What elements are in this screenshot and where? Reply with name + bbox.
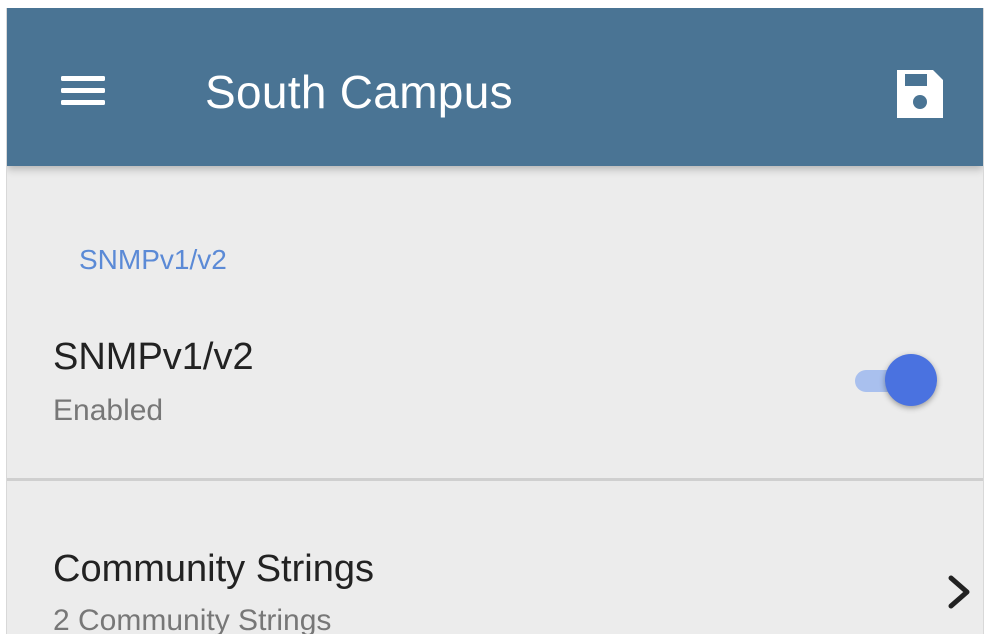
save-floppy-icon: [889, 70, 949, 128]
settings-list: SNMPv1/v2 SNMPv1/v2 Enabled Community St…: [7, 166, 983, 634]
snmp-row-title: SNMPv1/v2: [53, 336, 254, 378]
snmp-toggle-row[interactable]: SNMPv1/v2 Enabled: [7, 322, 983, 478]
toggle-thumb: [885, 354, 937, 406]
section-header: SNMPv1/v2: [79, 244, 227, 275]
snmp-row-status: Enabled: [53, 394, 164, 427]
community-strings-row[interactable]: Community Strings 2 Community Strings: [7, 482, 983, 634]
divider: [7, 478, 983, 481]
community-row-count: 2 Community Strings: [53, 604, 332, 634]
chevron-right-icon: [943, 572, 975, 612]
community-row-title: Community Strings: [53, 548, 374, 590]
hamburger-menu-icon: [47, 62, 119, 118]
save-button[interactable]: [889, 64, 949, 124]
page-title: South Campus: [205, 66, 513, 118]
menu-button[interactable]: [47, 62, 119, 118]
snmp-enable-toggle[interactable]: [843, 350, 943, 410]
app-screen: South Campus SNMPv1/v2 SNMPv1/v2 Enabled: [6, 8, 984, 634]
app-bar: South Campus: [7, 8, 983, 166]
